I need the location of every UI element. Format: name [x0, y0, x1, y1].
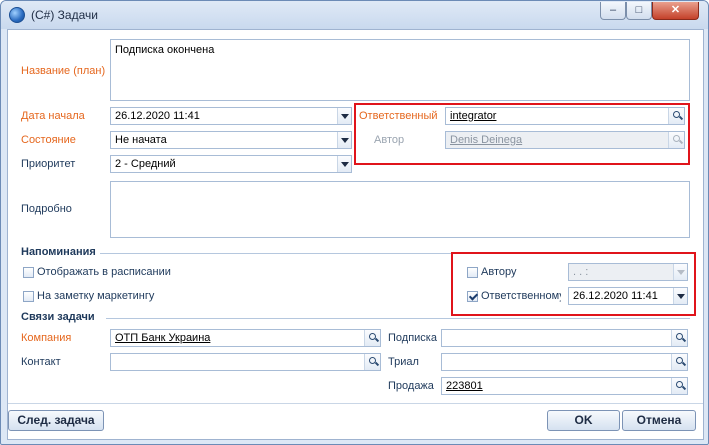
remind-author-dropdown-icon [673, 264, 687, 280]
author-field: Denis Deinega [445, 131, 685, 149]
sale-value[interactable]: 223801 [446, 380, 483, 392]
responsible-search-icon[interactable] [668, 108, 684, 124]
cancel-button[interactable]: Отмена [622, 410, 696, 431]
marketing-note-checkbox[interactable] [23, 291, 34, 302]
company-label: Компания [21, 332, 72, 344]
window-title: (C#) Задачи [31, 8, 98, 22]
responsible-value[interactable]: integrator [450, 110, 496, 122]
remind-responsible-label[interactable]: Ответственному [481, 290, 561, 302]
show-in-schedule-label[interactable]: Отображать в расписании [37, 266, 171, 278]
remind-author-value: . . : [573, 266, 589, 278]
remind-responsible-datetime[interactable]: 26.12.2020 11:41 [568, 287, 688, 305]
app-globe-icon [9, 7, 25, 23]
sale-label: Продажа [388, 380, 434, 392]
footer-divider [8, 403, 703, 404]
responsible-label: Ответственный [359, 110, 438, 122]
author-label: Автор [374, 134, 405, 146]
start-date-field[interactable]: 26.12.2020 11:41 [110, 107, 352, 125]
trial-label: Триал [388, 356, 419, 368]
details-label: Подробно [21, 203, 72, 215]
ok-button[interactable]: OK [547, 410, 620, 431]
company-search-icon[interactable] [364, 330, 380, 346]
remind-responsible-value: 26.12.2020 11:41 [573, 290, 658, 302]
reminders-section-title: Напоминания [21, 246, 96, 258]
minimize-button[interactable]: – [600, 2, 626, 20]
author-search-icon [668, 132, 684, 148]
sale-field[interactable]: 223801 [441, 377, 688, 395]
priority-value: 2 - Средний [115, 158, 176, 170]
remind-author-label[interactable]: Автору [481, 266, 516, 278]
start-date-dropdown-icon[interactable] [337, 108, 351, 124]
priority-dropdown-icon[interactable] [337, 156, 351, 172]
name-label: Название (план) [21, 65, 106, 77]
company-field[interactable]: ОТП Банк Украина [110, 329, 381, 347]
author-value: Denis Deinega [450, 134, 523, 146]
contact-search-icon[interactable] [364, 354, 380, 370]
form-area: Название (план) Подписка окончена Дата н… [7, 29, 704, 440]
links-divider [106, 318, 690, 319]
remind-author-checkbox[interactable] [467, 267, 478, 278]
details-textarea[interactable] [110, 181, 690, 238]
trial-search-icon[interactable] [671, 354, 687, 370]
priority-label: Приоритет [21, 158, 76, 170]
next-task-button[interactable]: След. задача [8, 410, 104, 431]
links-section-title: Связи задачи [21, 311, 95, 323]
remind-responsible-checkbox[interactable] [467, 291, 478, 302]
state-dropdown-icon[interactable] [337, 132, 351, 148]
remind-responsible-dropdown-icon[interactable] [673, 288, 687, 304]
reminders-highlight [451, 252, 696, 316]
show-in-schedule-checkbox[interactable] [23, 267, 34, 278]
name-textarea[interactable]: Подписка окончена [110, 39, 690, 101]
task-dialog-window: (C#) Задачи – □ ✕ Название (план) Подпис… [0, 0, 709, 445]
priority-select[interactable]: 2 - Средний [110, 155, 352, 173]
sale-search-icon[interactable] [671, 378, 687, 394]
state-label: Состояние [21, 134, 76, 146]
responsible-field[interactable]: integrator [445, 107, 685, 125]
subscription-search-icon[interactable] [671, 330, 687, 346]
title-bar[interactable]: (C#) Задачи – □ ✕ [1, 1, 708, 29]
trial-field[interactable] [441, 353, 688, 371]
subscription-label: Подписка [388, 332, 437, 344]
remind-author-datetime: . . : [568, 263, 688, 281]
start-date-value: 26.12.2020 11:41 [115, 110, 200, 122]
contact-field[interactable] [110, 353, 381, 371]
close-button[interactable]: ✕ [652, 2, 699, 20]
company-value[interactable]: ОТП Банк Украина [115, 332, 210, 344]
state-select[interactable]: Не начата [110, 131, 352, 149]
maximize-button[interactable]: □ [626, 2, 652, 20]
marketing-note-label[interactable]: На заметку маркетингу [37, 290, 154, 302]
state-value: Не начата [115, 134, 167, 146]
contact-label: Контакт [21, 356, 61, 368]
subscription-field[interactable] [441, 329, 688, 347]
start-date-label: Дата начала [21, 110, 85, 122]
